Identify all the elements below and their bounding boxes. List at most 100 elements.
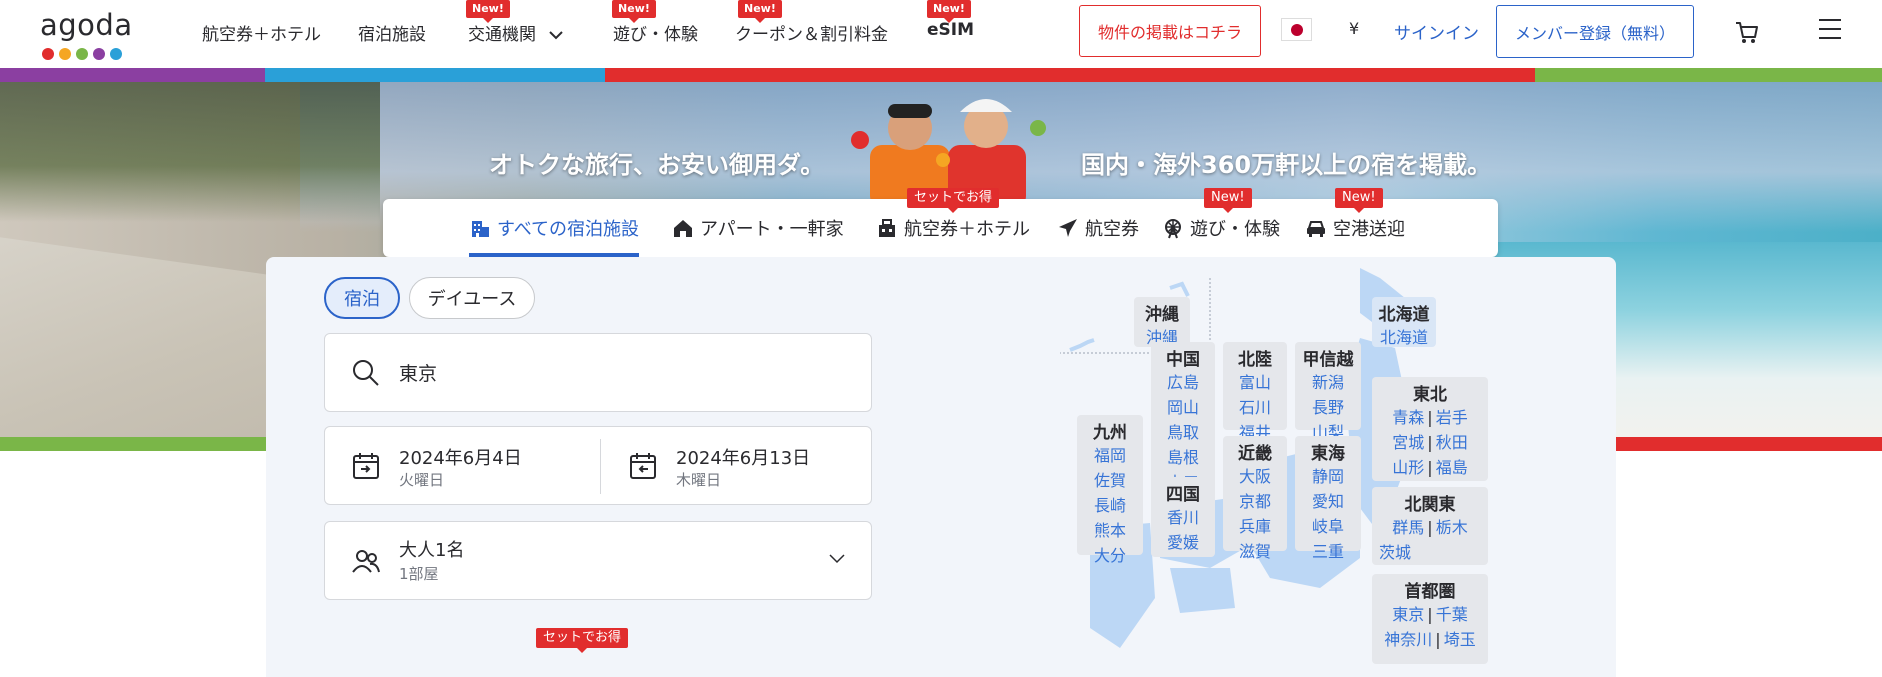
pref-link[interactable]: 兵庫 [1239,517,1271,536]
pref-link[interactable]: 佐賀 [1094,471,1126,490]
checkin-date[interactable]: 2024年6月4日 火曜日 [325,427,595,506]
hamburger-menu-icon[interactable] [1817,16,1843,42]
nav-accommodation[interactable]: 宿泊施設 [358,20,426,45]
pref-link[interactable]: 岡山 [1167,398,1199,417]
house-icon [674,220,692,237]
pref-link[interactable]: 香川 [1167,508,1199,527]
pref-link[interactable]: 東京 [1392,605,1424,624]
pref-link[interactable]: 愛知 [1312,492,1344,511]
language-flag-icon[interactable] [1281,18,1312,41]
agoda-logo[interactable]: agoda [40,8,133,60]
tab-label: すべての宿泊施設 [497,219,640,240]
tab-apartments[interactable]: アパート・一軒家 [672,199,844,257]
pref-link[interactable]: 新潟 [1312,373,1344,392]
checkout-date[interactable]: 2024年6月13日 木曜日 [602,427,872,506]
region-title: 東北 [1413,385,1447,405]
tab-label: アパート・一軒家 [700,219,844,240]
pref-link[interactable]: 三重 [1312,542,1344,561]
guests-selector[interactable]: 大人1名 1部屋 [324,521,872,600]
top-nav: agoda 航空券＋ホテル 宿泊施設 New! 交通機関 New! 遊び・体験 … [0,0,1882,68]
region-kita-kanto[interactable]: 北関東 群馬 | 栃木 茨城 [1372,487,1488,565]
flag-circle [1290,23,1303,36]
region-title: 甲信越 [1302,350,1354,370]
region-tohoku[interactable]: 東北 青森 | 岩手 宮城 | 秋田 山形 | 福島 [1372,377,1488,481]
destination-input[interactable]: 東京 [324,333,872,412]
logo-dot-blue [110,48,122,60]
currency-selector[interactable]: ¥ [1349,19,1359,38]
pref-link[interactable]: 長崎 [1094,496,1126,515]
pref-link[interactable]: 滋賀 [1239,542,1271,561]
mode-tab-overnight[interactable]: 宿泊 [324,277,400,319]
region-tokai[interactable]: 東海 静岡 愛知 岐阜 三重 [1295,436,1361,561]
nav-transport[interactable]: 交通機関 [468,20,564,45]
region-title: 四国 [1166,485,1200,505]
pref-link[interactable]: 福岡 [1094,446,1126,465]
region-kinki[interactable]: 近畿 大阪 京都 兵庫 滋賀 [1223,436,1287,561]
region-hokkaido[interactable]: 北海道 北海道 [1372,297,1436,347]
logo-dot-green [76,48,88,60]
pref-link[interactable]: 千葉 [1436,605,1468,624]
region-hokuriku[interactable]: 北陸 富山 石川 福井 [1223,342,1287,442]
pref-link[interactable]: 愛媛 [1167,533,1199,552]
nav-flights-hotels[interactable]: 航空券＋ホテル [202,20,321,45]
logo-dots [42,48,122,60]
pref-link[interactable]: 熊本 [1094,521,1126,540]
region-okinawa[interactable]: 沖縄 沖縄 [1134,297,1190,347]
region-title: 九州 [1093,423,1127,443]
pref-link[interactable]: 石川 [1239,398,1271,417]
tab-all-accommodation[interactable]: すべての宿泊施設 [469,199,640,257]
nav-coupons[interactable]: クーポン＆割引料金 [735,20,888,45]
pref-link[interactable]: 大阪 [1239,467,1271,486]
pref-link[interactable]: 埼玉 [1444,630,1476,649]
list-property-button[interactable]: 物件の掲載はコチラ [1079,5,1261,57]
tab-flights[interactable]: 航空券 [1057,199,1139,257]
pref-link[interactable]: 福島 [1436,458,1468,477]
new-badge: New! [1204,188,1252,213]
pref-link[interactable]: 静岡 [1312,467,1344,486]
region-kyushu[interactable]: 九州 福岡 佐賀 長崎 熊本 大分 [1077,415,1143,565]
pref-link[interactable]: 神奈川 [1384,630,1432,649]
pref-link[interactable]: 青森 [1392,408,1424,427]
region-koshinetsu[interactable]: 甲信越 新潟 長野 山梨 [1295,342,1361,442]
pref-link[interactable]: 島根 [1167,448,1199,467]
pref-link[interactable]: 宮城 [1392,433,1424,452]
region-shikoku[interactable]: 四国 香川 愛媛 [1151,477,1215,557]
pref-link[interactable]: 鳥取 [1167,423,1199,442]
signin-link[interactable]: サインイン [1394,19,1479,44]
logo-dot-purple [93,48,105,60]
cart-icon[interactable] [1733,18,1761,46]
pref-link[interactable]: 長野 [1312,398,1344,417]
nav-activities[interactable]: 遊び・体験 [613,20,698,45]
checkout-date-value: 2024年6月13日 [676,448,811,469]
pref-link[interactable]: 北海道 [1380,328,1428,347]
pref-link[interactable]: 群馬 [1392,518,1424,537]
pref-link[interactable]: 大分 [1094,546,1126,565]
mode-tab-dayuse[interactable]: デイユース [409,277,535,319]
region-title: 沖縄 [1145,305,1179,325]
logo-text: agoda [40,8,133,42]
pref-link[interactable]: 栃木 [1436,518,1468,537]
logo-dot-red [42,48,54,60]
pref-link[interactable]: 岐阜 [1312,517,1344,536]
region-title: 近畿 [1238,444,1272,464]
region-title: 北陸 [1238,350,1272,370]
chevron-down-icon [549,31,564,40]
checkin-date-value: 2024年6月4日 [399,448,522,469]
pref-link[interactable]: 茨城 [1379,543,1411,562]
register-button[interactable]: メンバー登録（無料） [1496,5,1694,58]
pref-link[interactable]: 岩手 [1436,408,1468,427]
date-range-field: 2024年6月4日 火曜日 2024年6月13日 木曜日 [324,426,872,505]
region-shutoken[interactable]: 首都圏 東京 | 千葉 神奈川 | 埼玉 [1372,574,1488,664]
nav-esim[interactable]: eSIM [927,20,974,40]
region-title: 北海道 [1378,305,1430,325]
new-badge: New! [1335,188,1383,213]
tab-label: 遊び・体験 [1190,219,1280,240]
pref-link[interactable]: 京都 [1239,492,1271,511]
pref-link[interactable]: 秋田 [1436,433,1468,452]
pref-link[interactable]: 山形 [1392,458,1424,477]
pref-link[interactable]: 富山 [1239,373,1271,392]
tab-label: 空港送迎 [1333,219,1405,240]
pref-link[interactable]: 広島 [1167,373,1199,392]
package-icon [879,219,895,237]
pref-hokkaido[interactable]: 北海道 [1372,325,1436,350]
